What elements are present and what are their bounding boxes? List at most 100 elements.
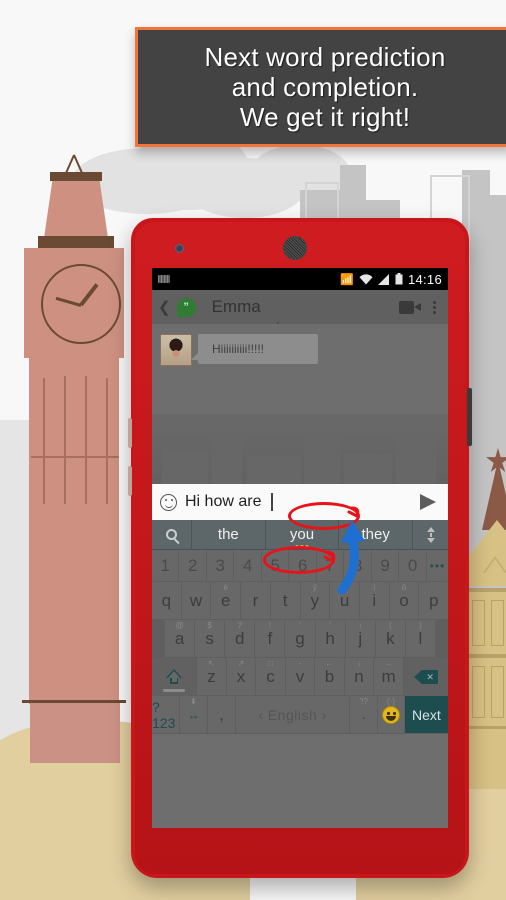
next-key[interactable]: Next	[404, 696, 448, 733]
skyline-silhouette	[162, 450, 208, 484]
key-label: 9	[380, 555, 390, 575]
key-f[interactable]: ! f	[255, 620, 285, 657]
skyline-silhouette	[304, 438, 340, 484]
red-ellipse-highlight-input	[288, 502, 360, 530]
space-key[interactable]: ‹ English ›	[235, 696, 350, 733]
tower-detail-line	[106, 378, 108, 468]
key-4[interactable]: 4	[234, 550, 261, 581]
skyline-silhouette	[212, 432, 242, 484]
overflow-menu-icon[interactable]	[427, 300, 442, 314]
tower-base-lower	[30, 703, 120, 763]
key-label: v	[295, 666, 305, 686]
backspace-key[interactable]: ✕	[403, 658, 448, 695]
key-c[interactable]: □ c	[256, 658, 285, 695]
key-l[interactable]: ) l	[405, 620, 435, 657]
prediction-label: the	[217, 526, 239, 543]
key-s[interactable]: $ s	[195, 620, 225, 657]
key-o[interactable]: öo	[389, 582, 419, 619]
keyboard-row-function: ?123 ⬇ ↔ , ‹ English › '!? . (·) Next	[152, 696, 448, 734]
key-e[interactable]: èe	[211, 582, 241, 619]
key-p[interactable]: p	[419, 582, 448, 619]
key-2[interactable]: 2	[179, 550, 206, 581]
key-hint: '!?	[359, 697, 368, 706]
keyboard-row-bottom: ↖ z ↗ x □ c -v ← b ↓ n → m ✕	[152, 658, 448, 696]
tower-detail-line	[64, 468, 66, 504]
key-m[interactable]: → m	[374, 658, 403, 695]
building-spire	[482, 460, 506, 530]
power-button[interactable]	[467, 388, 472, 446]
key-hint: ↗	[237, 659, 245, 668]
key-r[interactable]: r	[241, 582, 270, 619]
key-hint: è	[223, 583, 228, 592]
shift-key[interactable]	[152, 658, 197, 695]
search-magnifier-icon[interactable]	[152, 520, 192, 549]
tower-detail-line	[85, 468, 87, 504]
key-3[interactable]: 3	[206, 550, 234, 581]
period-key[interactable]: '!? .	[350, 696, 378, 733]
key-9[interactable]: 9	[371, 550, 399, 581]
key-label: d	[235, 628, 245, 648]
hangouts-icon[interactable]: ”	[176, 297, 196, 317]
key-label: q	[161, 590, 172, 610]
emoji-smiley-icon[interactable]	[160, 493, 177, 511]
key-0[interactable]: 0	[399, 550, 426, 581]
message-input-value: Hi how are	[185, 493, 262, 510]
key-g[interactable]: ‘g	[285, 620, 315, 657]
key-q[interactable]: q	[152, 582, 181, 619]
key-8[interactable]: 8	[344, 550, 371, 581]
key-label: s	[205, 628, 214, 648]
key-hint: (	[388, 621, 392, 630]
key-label: t	[282, 590, 288, 610]
symbols-key[interactable]: ?123	[152, 696, 179, 733]
key-x[interactable]: ↗ x	[226, 658, 256, 695]
key-u[interactable]: úu	[330, 582, 359, 619]
key-y[interactable]: ýy	[300, 582, 330, 619]
key-label: 3	[215, 555, 225, 575]
key-label: c	[266, 666, 275, 686]
key-label: l	[418, 628, 423, 648]
keyboard-row-top: q w èe r t ýy úu íi öo p	[152, 582, 448, 620]
status-bar-clock: 14:16	[407, 271, 442, 287]
key-label: y	[310, 590, 320, 610]
on-screen-keyboard: 1 2 3 4 5 6 7 8 9 0 ••• q w èe r t ý y ú…	[152, 550, 448, 734]
key-w[interactable]: w	[181, 582, 211, 619]
tower-roof-band	[50, 172, 102, 181]
key-a[interactable]: @ a	[165, 620, 195, 657]
key-label: x	[236, 666, 246, 686]
key-label: 0	[407, 555, 418, 575]
volume-down-button[interactable]	[128, 466, 132, 496]
swipe-input-key[interactable]: ⬇ ↔	[179, 696, 207, 733]
key-b[interactable]: ← b	[315, 658, 344, 695]
tower-detail-band	[31, 456, 119, 458]
swipe-arrows-icon: ↔	[183, 708, 203, 722]
send-button[interactable]	[420, 494, 440, 510]
key-k[interactable]: (k	[375, 620, 405, 657]
key-h[interactable]: ’ h	[315, 620, 345, 657]
key-1[interactable]: 1	[152, 550, 179, 581]
volume-up-button[interactable]	[128, 418, 132, 448]
key-more-symbols[interactable]: •••	[426, 550, 448, 581]
banner-line-2: and completion.	[231, 72, 419, 102]
key-n[interactable]: ↓ n	[344, 658, 374, 695]
bluetooth-icon: 📶	[340, 273, 354, 286]
key-label: b	[324, 666, 335, 686]
emoji-key[interactable]: (·)	[378, 696, 404, 733]
key-hint: ö	[401, 583, 407, 592]
key-i[interactable]: íi	[359, 582, 389, 619]
key-z[interactable]: ↖ z	[197, 658, 226, 695]
wifi-icon	[359, 273, 373, 284]
key-t[interactable]: t	[270, 582, 300, 619]
prediction-item-the[interactable]: the	[192, 520, 265, 549]
building-window	[491, 666, 504, 718]
key-label: u	[339, 590, 350, 610]
key-v[interactable]: -v	[285, 658, 315, 695]
video-camera-icon[interactable]	[399, 300, 421, 314]
back-chevron-icon[interactable]: ❮	[158, 298, 171, 316]
expand-collapse-arrows-icon[interactable]	[412, 520, 448, 549]
key-hint: ‘	[299, 621, 301, 630]
key-d[interactable]: ? d	[225, 620, 255, 657]
key-hint: @	[175, 621, 184, 630]
comma-key[interactable]: ,	[207, 696, 235, 733]
key-hint: ’	[329, 621, 331, 630]
key-j[interactable]: ↑ j	[345, 620, 375, 657]
